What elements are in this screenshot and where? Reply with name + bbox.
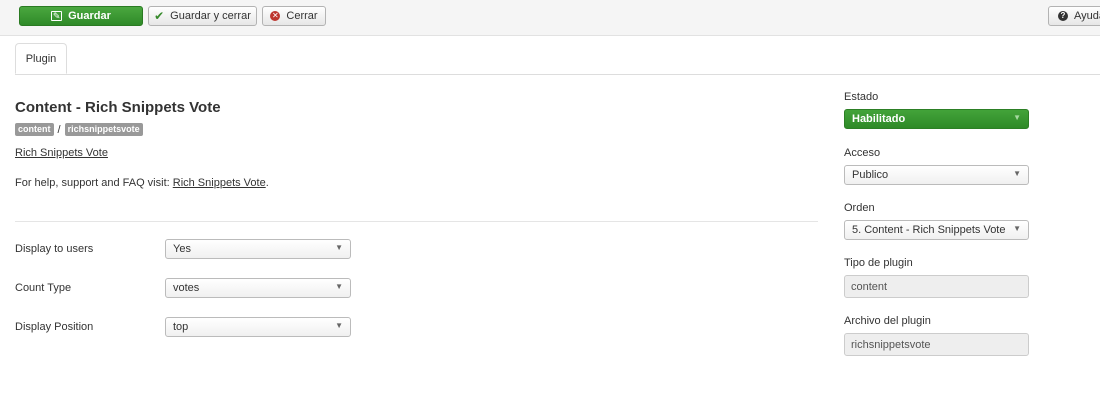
- plugin-badges: content / richsnippetsvote: [15, 123, 143, 136]
- count-type-label: Count Type: [15, 282, 72, 294]
- edit-icon: ✎: [51, 10, 63, 21]
- help-text-suffix: .: [265, 177, 269, 189]
- order-select[interactable]: 5. Content - Rich Snippets Vote ▼: [844, 220, 1029, 240]
- caret-down-icon: ▼: [335, 243, 343, 252]
- badge-separator: /: [57, 123, 61, 136]
- caret-down-icon: ▼: [1013, 113, 1021, 122]
- count-type-value: votes: [173, 282, 200, 294]
- close-circle-icon: ✕: [270, 11, 281, 21]
- check-icon: ✔: [154, 9, 165, 23]
- question-circle-icon: ?: [1058, 11, 1068, 21]
- help-text: For help, support and FAQ visit: Rich Sn…: [15, 177, 269, 189]
- tab-plugin[interactable]: Plugin: [15, 43, 67, 74]
- display-to-users-select[interactable]: Yes ▼: [165, 239, 351, 259]
- divider: [15, 221, 818, 222]
- folder-badge: content: [15, 123, 54, 136]
- close-button[interactable]: ✕ Cerrar: [262, 6, 326, 26]
- close-button-label: Cerrar: [286, 10, 318, 22]
- display-to-users-label: Display to users: [15, 243, 94, 255]
- display-position-value: top: [173, 321, 189, 333]
- display-position-label: Display Position: [15, 321, 94, 333]
- status-value: Habilitado: [852, 113, 906, 125]
- help-text-prefix: For help, support and FAQ visit:: [15, 177, 173, 189]
- access-value: Publico: [852, 169, 889, 181]
- plugin-type-field: content: [844, 275, 1029, 298]
- plugin-file-label: Archivo del plugin: [844, 315, 931, 327]
- toolbar: ✎ Guardar ✔ Guardar y cerrar ✕ Cerrar ? …: [0, 0, 1100, 36]
- caret-down-icon: ▼: [1013, 169, 1021, 178]
- status-label: Estado: [844, 91, 879, 103]
- plugin-type-label: Tipo de plugin: [844, 257, 913, 269]
- plugin-file-value: richsnippetsvote: [851, 338, 931, 351]
- save-button-label: Guardar: [68, 10, 111, 22]
- order-label: Orden: [844, 202, 875, 214]
- access-label: Acceso: [844, 147, 881, 159]
- order-value: 5. Content - Rich Snippets Vote: [852, 224, 1006, 236]
- caret-down-icon: ▼: [1013, 224, 1021, 233]
- plugin-type-value: content: [851, 280, 888, 293]
- display-position-select[interactable]: top ▼: [165, 317, 351, 337]
- status-select[interactable]: Habilitado ▼: [844, 109, 1029, 129]
- tab-plugin-label: Plugin: [25, 52, 57, 65]
- element-badge: richsnippetsvote: [64, 123, 143, 136]
- access-select[interactable]: Publico ▼: [844, 165, 1029, 185]
- save-and-close-button[interactable]: ✔ Guardar y cerrar: [148, 6, 257, 26]
- save-button[interactable]: ✎ Guardar: [19, 6, 143, 26]
- save-and-close-label: Guardar y cerrar: [170, 10, 251, 22]
- display-to-users-value: Yes: [173, 243, 191, 255]
- caret-down-icon: ▼: [335, 282, 343, 291]
- tab-bar: Plugin: [15, 36, 1100, 75]
- caret-down-icon: ▼: [335, 321, 343, 330]
- help-link[interactable]: Rich Snippets Vote: [173, 177, 266, 189]
- plugin-name-link[interactable]: Rich Snippets Vote: [15, 147, 108, 159]
- count-type-select[interactable]: votes ▼: [165, 278, 351, 298]
- help-button[interactable]: ? Ayuda: [1048, 6, 1100, 26]
- plugin-title: Content - Rich Snippets Vote: [15, 99, 221, 116]
- plugin-file-field: richsnippetsvote: [844, 333, 1029, 356]
- help-button-label: Ayuda: [1074, 10, 1100, 22]
